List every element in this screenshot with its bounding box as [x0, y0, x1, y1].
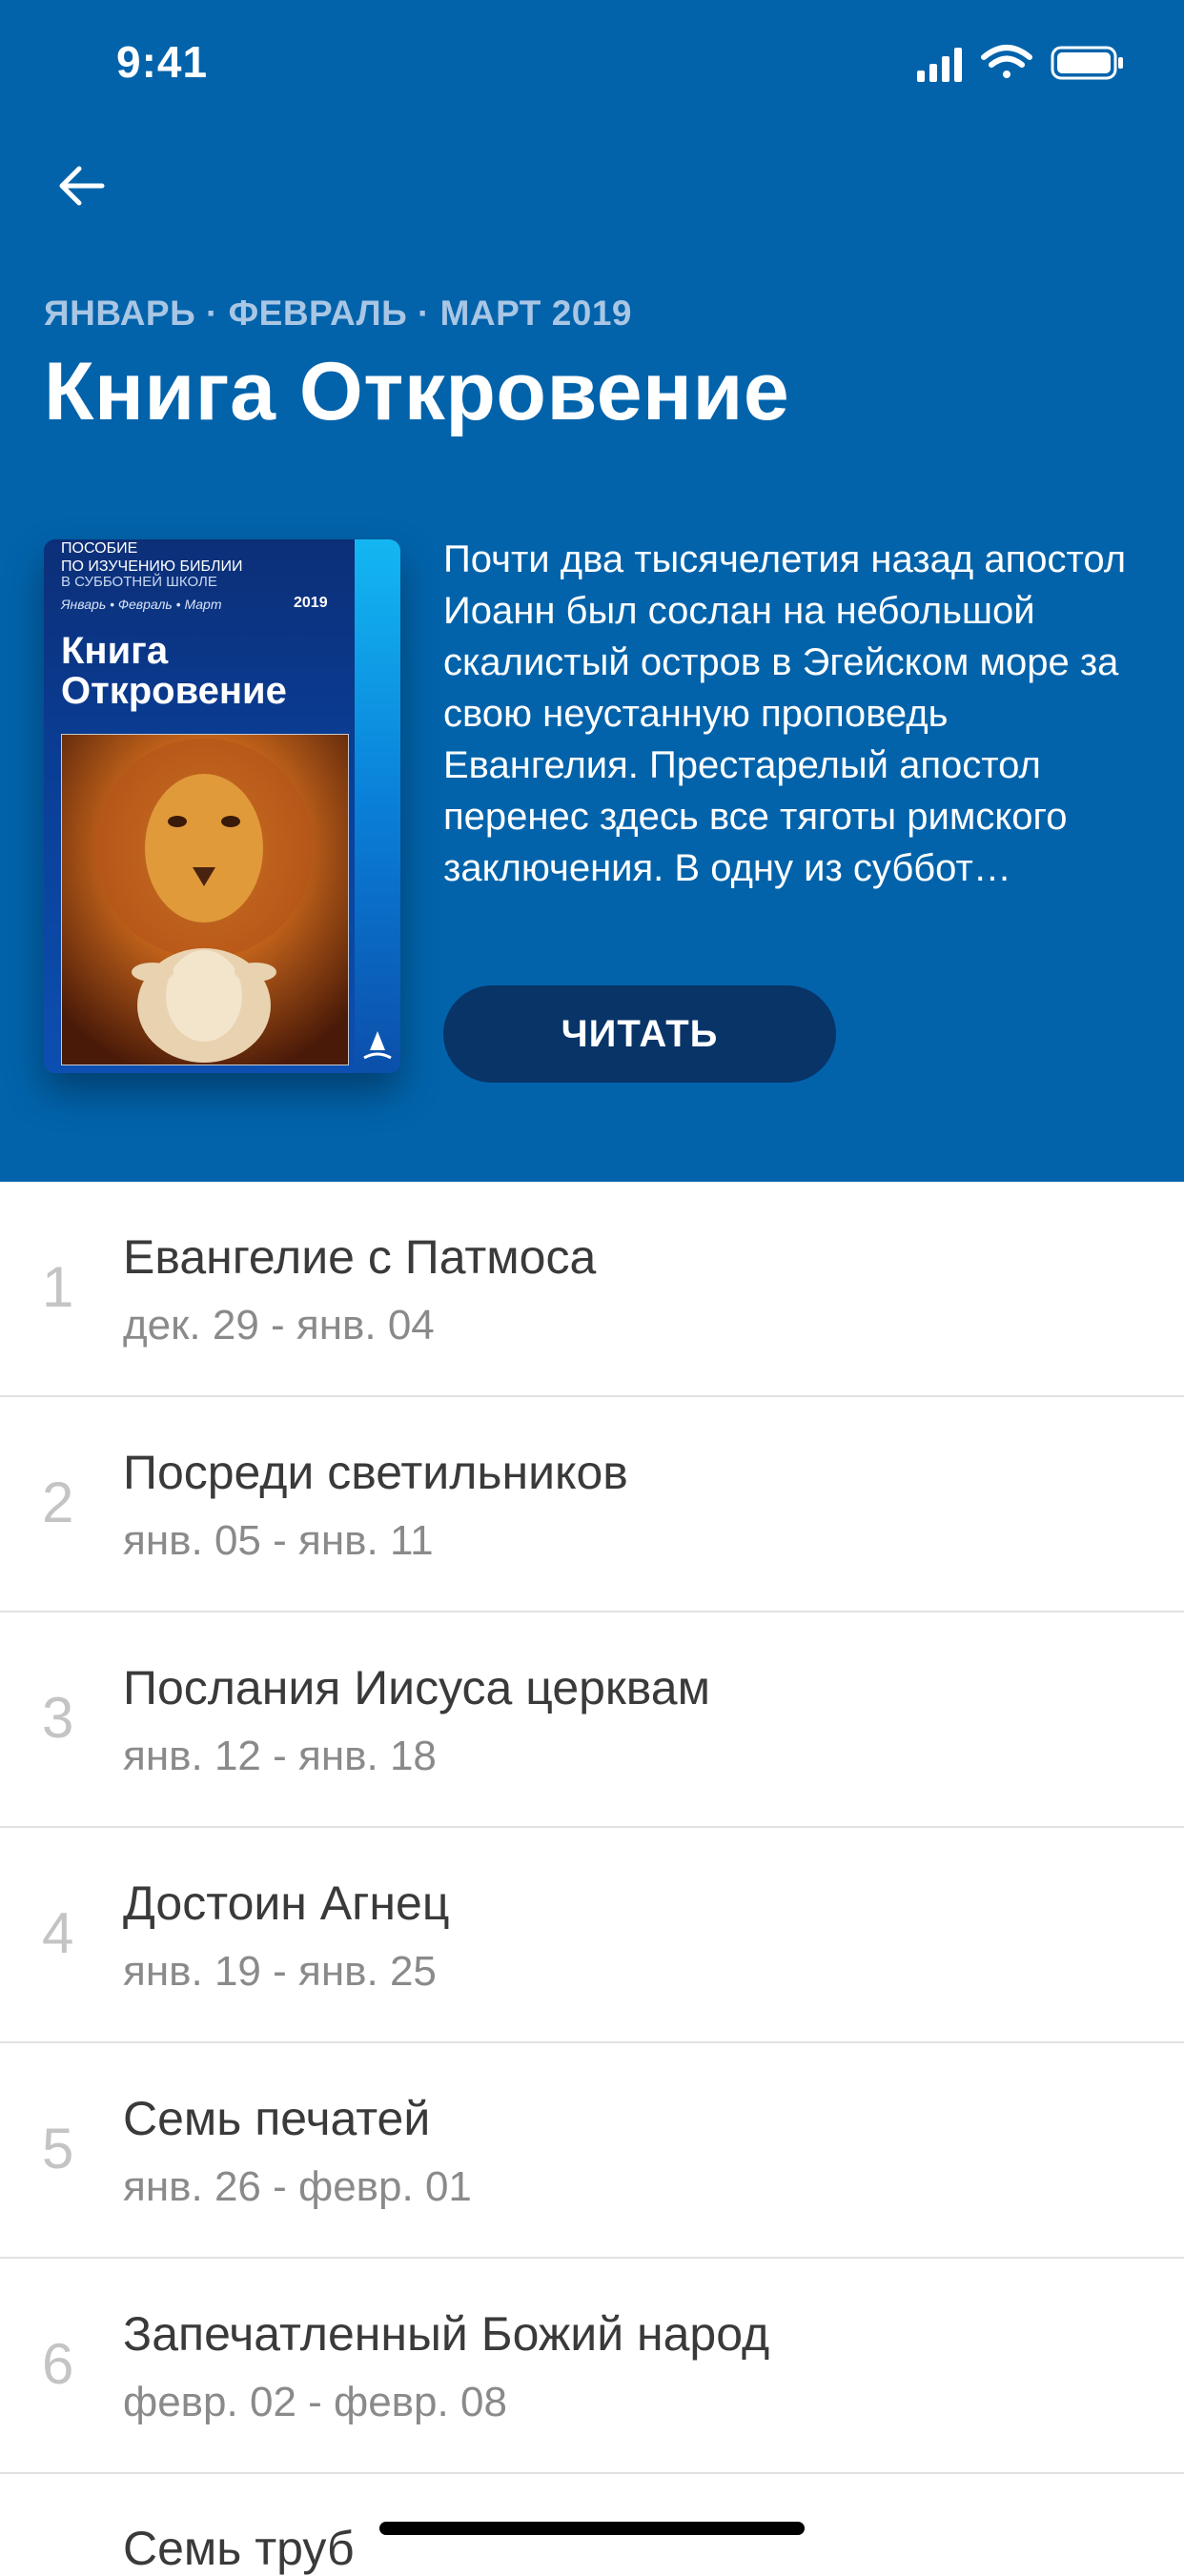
home-indicator[interactable] [379, 2522, 805, 2535]
cover-image[interactable]: ПОСОБИЕ ПО ИЗУЧЕНИЮ БИБЛИИ В СУББОТНЕЙ Ш… [44, 539, 400, 1073]
status-time: 9:41 [116, 37, 209, 87]
lesson-date: янв. 26 - февр. 01 [123, 2163, 472, 2210]
lesson-number: 2 [42, 1471, 74, 1534]
list-item[interactable]: 2 Посреди светильников янв. 05 - янв. 11 [0, 1397, 1184, 1613]
quarterly-title: Книга Откровение [44, 346, 790, 437]
cover-stripe [355, 539, 400, 1073]
lion-and-lamb-illustration [61, 734, 349, 1065]
cover-line1-text: ПОСОБИЕ [61, 540, 138, 557]
lesson-date: февр. 02 - февр. 08 [123, 2379, 507, 2425]
lesson-number: 1 [42, 1255, 74, 1319]
list-item[interactable]: 6 Запечатленный Божий народ февр. 02 - ф… [0, 2259, 1184, 2474]
status-icons [917, 45, 1123, 82]
lesson-list: 1 Евангелие с Патмоса дек. 29 - янв. 04 … [0, 1182, 1184, 2474]
lesson-number: 4 [42, 1901, 74, 1965]
list-item[interactable]: 1 Евангелие с Патмоса дек. 29 - янв. 04 [0, 1182, 1184, 1397]
lesson-date: янв. 05 - янв. 11 [123, 1517, 434, 1564]
cover-line1: ПОСОБИЕ ПО ИЗУЧЕНИЮ БИБЛИИ [61, 539, 347, 576]
lesson-date: янв. 12 - янв. 18 [123, 1733, 437, 1779]
quarterly-header: 9:41 ЯНВАРЬ · ФЕВРАЛЬ · МАРТ 2019 Книга … [0, 0, 1184, 1182]
status-bar: 9:41 [0, 0, 1184, 124]
lesson-title: Послания Иисуса церквам [123, 1661, 710, 1714]
lesson-number: 6 [42, 2332, 74, 2396]
quarterly-description: Почти два тысячелетия назад апостол Иоан… [443, 538, 1127, 889]
lesson-title: Запечатленный Божий народ [123, 2307, 770, 2361]
lesson-title: Евангелие с Патмоса [123, 1230, 597, 1284]
church-logo-icon [363, 1031, 392, 1060]
cover-line3: В СУББОТНЕЙ ШКОЛЕ [61, 574, 217, 590]
list-item[interactable]: 4 Достоин Агнец янв. 19 - янв. 25 [0, 1828, 1184, 2043]
cover-title: Книга Откровение [61, 630, 287, 712]
lesson-number: 3 [42, 1686, 74, 1750]
lesson-date: янв. 19 - янв. 25 [123, 1948, 437, 1995]
read-button[interactable]: ЧИТАТЬ [443, 985, 836, 1083]
quarter-label: ЯНВАРЬ · ФЕВРАЛЬ · МАРТ 2019 [44, 294, 633, 333]
lesson-title-partial[interactable]: Семь труб [123, 2521, 355, 2576]
battery-icon [1051, 46, 1123, 80]
cover-year: 2019 [294, 595, 328, 611]
list-item[interactable]: 3 Послания Иисуса церквам янв. 12 - янв.… [0, 1613, 1184, 1828]
lesson-title: Посреди светильников [123, 1446, 628, 1499]
lesson-title: Достоин Агнец [123, 1876, 450, 1930]
wifi-icon [981, 45, 1032, 78]
back-button[interactable] [48, 152, 114, 219]
signal-icon [917, 48, 962, 82]
arrow-left-icon [59, 166, 105, 206]
lesson-title: Семь печатей [123, 2092, 431, 2145]
list-item[interactable]: 5 Семь печатей янв. 26 - февр. 01 [0, 2043, 1184, 2259]
lesson-number: 5 [42, 2117, 74, 2180]
lesson-date: дек. 29 - янв. 04 [123, 1302, 435, 1349]
